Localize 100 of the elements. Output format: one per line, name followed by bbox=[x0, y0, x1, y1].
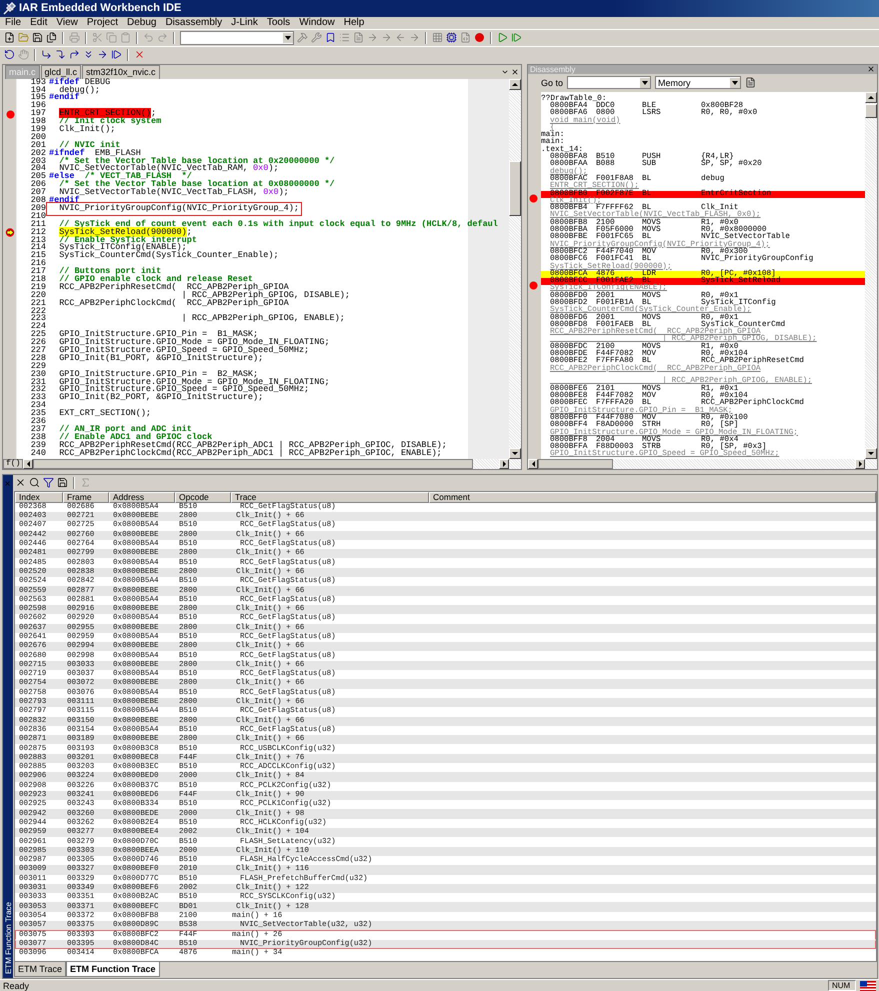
arrow-right-icon[interactable] bbox=[381, 32, 392, 44]
code-line: // SysTick end of count event each 0.1s with input clock equal to 9MHz (HCLK/8, defaul bbox=[58, 220, 498, 229]
arrow-left-icon[interactable] bbox=[395, 32, 406, 44]
code-line: // AN_IR port and ADC init bbox=[58, 426, 192, 434]
search-icon[interactable] bbox=[29, 477, 40, 488]
column-header[interactable]: Frame bbox=[63, 492, 109, 503]
code-line: // Buttons port init bbox=[58, 268, 162, 276]
line-number: 236 bbox=[30, 418, 47, 426]
side-title: ETM Function Trace bbox=[4, 902, 12, 974]
reset-icon[interactable] bbox=[4, 49, 15, 60]
column-header[interactable]: Trace bbox=[231, 492, 429, 503]
breakpoint-icon[interactable] bbox=[529, 194, 538, 203]
save-icon[interactable] bbox=[57, 477, 68, 488]
line-number: 200 bbox=[30, 134, 47, 142]
menu-item[interactable]: Disassembly bbox=[165, 17, 222, 28]
close-icon[interactable] bbox=[867, 65, 875, 74]
line-number: 232 bbox=[30, 386, 47, 394]
line-number: 202 bbox=[30, 150, 47, 158]
menu-item[interactable]: Project bbox=[86, 17, 118, 28]
line-number: 229 bbox=[30, 362, 47, 371]
line-number: 208 bbox=[30, 197, 47, 205]
code-line: // Enable ADC1 and GPIOC clock bbox=[58, 434, 212, 442]
column-header[interactable]: Address bbox=[109, 492, 175, 503]
chip-icon[interactable] bbox=[446, 32, 457, 44]
arrow-right-icon[interactable] bbox=[367, 32, 378, 44]
line-number: 214 bbox=[30, 244, 47, 252]
menu-item[interactable]: Tools bbox=[266, 17, 290, 28]
line-number: 197 bbox=[30, 110, 47, 118]
breakpoint-icon[interactable] bbox=[6, 110, 14, 119]
menu-item[interactable]: Help bbox=[344, 17, 364, 28]
code-line: RCC_APB2PeriphResetCmd(RCC_APB2Periph_ADC1 | RCC_APB2Periph_GPIOC, DISABLE); bbox=[58, 442, 447, 450]
step-over-icon[interactable] bbox=[55, 49, 66, 60]
menu-item[interactable]: Debug bbox=[126, 17, 156, 28]
step-out-icon[interactable] bbox=[69, 49, 80, 60]
line-number: 225 bbox=[30, 331, 47, 340]
line-number: 239 bbox=[30, 442, 47, 450]
line-number: 205 bbox=[30, 173, 47, 182]
column-header[interactable]: Comment bbox=[429, 492, 876, 503]
line-number: 211 bbox=[30, 220, 47, 229]
code-line: | RCC_APB2Periph_GPIOG, ENABLE); bbox=[180, 315, 345, 324]
code-line: GPIO_Init(B1_PORT, &GPIO_InitStructure); bbox=[58, 354, 264, 363]
line-number: 227 bbox=[30, 346, 47, 355]
hammer-icon[interactable] bbox=[297, 32, 308, 44]
line-number: 219 bbox=[30, 284, 47, 292]
filter-icon[interactable] bbox=[43, 477, 54, 488]
line-number: 223 bbox=[30, 315, 47, 324]
line-number: 216 bbox=[30, 260, 47, 268]
line-number: 204 bbox=[30, 165, 47, 174]
current-line-icon[interactable] bbox=[5, 228, 15, 238]
goto-field[interactable] bbox=[567, 76, 651, 90]
play-icon[interactable] bbox=[497, 32, 508, 44]
file-tab[interactable]: glcd_ll.c bbox=[40, 64, 82, 79]
code-line: NVIC_SetVectorTable(NVIC_VectTab_FLASH, 0x0); bbox=[59, 189, 289, 198]
scrollbar[interactable] bbox=[865, 92, 877, 459]
column-header[interactable]: Index bbox=[15, 492, 63, 503]
menu-item[interactable]: Edit bbox=[30, 17, 48, 28]
horizontal-scrollbar[interactable] bbox=[528, 458, 877, 469]
line-number: 199 bbox=[30, 126, 47, 134]
line-number: 228 bbox=[30, 354, 47, 363]
panel-tab[interactable]: ETM Function Trace bbox=[66, 962, 160, 978]
line-number: 220 bbox=[30, 292, 47, 300]
breakpoint-icon[interactable] bbox=[529, 281, 538, 290]
dropdown-arrow-icon[interactable] bbox=[730, 78, 740, 88]
bookmark-icon[interactable] bbox=[325, 32, 336, 44]
dropdown-arrow-icon[interactable] bbox=[640, 78, 650, 88]
code-line: GPIO_InitStructure.GPIO_Mode = GPIO_Mode_IN_FLOATING; bbox=[58, 339, 330, 347]
code-line: SysTick_ITConfig(ENABLE); bbox=[58, 244, 187, 252]
code-line: GPIO_Init(B2_PORT, &GPIO_InitStructure); bbox=[58, 394, 264, 402]
clear-icon[interactable] bbox=[15, 477, 26, 488]
code-line: | RCC_APB2Periph_GPIOG, DISABLE); bbox=[180, 292, 350, 300]
menu-item[interactable]: J-Link bbox=[231, 17, 258, 28]
line-number: 203 bbox=[30, 158, 47, 166]
document-icon[interactable] bbox=[745, 77, 756, 88]
line-number: 212 bbox=[30, 228, 47, 237]
column-header[interactable]: Opcode bbox=[175, 492, 231, 503]
line-number: 224 bbox=[30, 323, 47, 332]
arrow-right-icon[interactable] bbox=[409, 32, 420, 44]
code-line: NVIC_SetVectorTable(NVIC_VectTab_RAM, 0x0); bbox=[59, 165, 279, 174]
code-line: SysTick_CounterCmd(SysTick_Counter_Enable); bbox=[58, 252, 279, 260]
line-number: 195 bbox=[30, 94, 47, 102]
menu-item[interactable]: Window bbox=[299, 17, 335, 28]
code-line: debug(); bbox=[59, 86, 100, 94]
close-icon[interactable] bbox=[511, 68, 519, 76]
search-combo[interactable] bbox=[180, 30, 294, 45]
num-lock-indicator: NUM bbox=[828, 980, 856, 991]
step-into-icon[interactable] bbox=[41, 49, 52, 60]
code-line: #ifdef DEBUG bbox=[49, 78, 110, 87]
scrollbar[interactable] bbox=[509, 78, 521, 459]
menu-item[interactable]: View bbox=[56, 17, 78, 28]
save-icon[interactable] bbox=[32, 32, 43, 44]
horizontal-scrollbar[interactable]: f() bbox=[3, 458, 521, 469]
breakpoint-icon[interactable] bbox=[474, 32, 485, 44]
dropdown-arrow-icon[interactable] bbox=[283, 32, 293, 43]
function-button[interactable]: f() bbox=[3, 458, 24, 469]
panel-tab[interactable]: ETM Trace bbox=[14, 962, 66, 978]
new-file-icon[interactable] bbox=[4, 32, 15, 44]
memory-dropdown[interactable]: Memory bbox=[655, 76, 741, 90]
step-icon[interactable] bbox=[511, 32, 522, 44]
menu-item[interactable]: File bbox=[5, 17, 22, 28]
file-tab[interactable]: stm32f10x_nvic.c bbox=[82, 64, 160, 79]
